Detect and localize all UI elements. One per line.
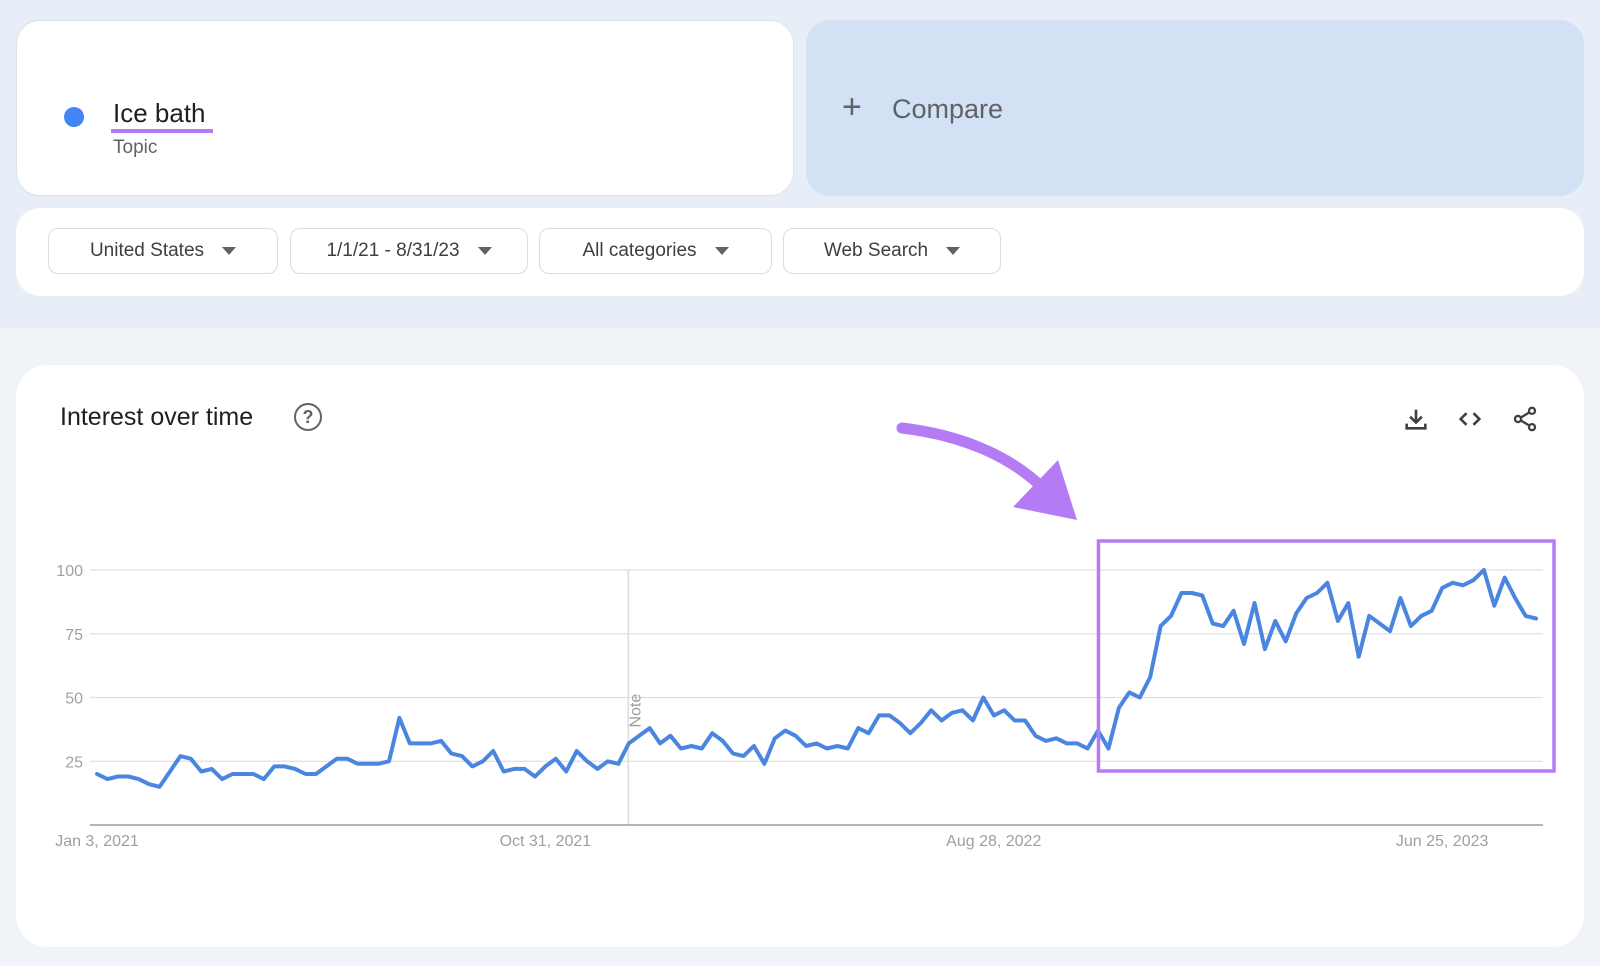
series-line-ice-bath [95, 568, 1538, 789]
y-tick-label: 100 [56, 563, 83, 580]
x-tick-label: Oct 31, 2021 [500, 833, 592, 850]
note-label: Note [627, 694, 644, 728]
y-tick-label: 75 [65, 627, 83, 644]
y-tick-label: 50 [65, 691, 83, 708]
x-tick-label: Jun 25, 2023 [1396, 833, 1489, 850]
x-tick-label: Jan 3, 2021 [55, 833, 139, 850]
x-tick-label: Aug 28, 2022 [946, 833, 1041, 850]
y-tick-label: 25 [65, 754, 83, 771]
line-chart: 25 50 75 100 Jan 3, 2021 Oct 31, 2021 Aug 28, … [55, 422, 1556, 850]
curved-arrow-icon [896, 422, 1051, 496]
